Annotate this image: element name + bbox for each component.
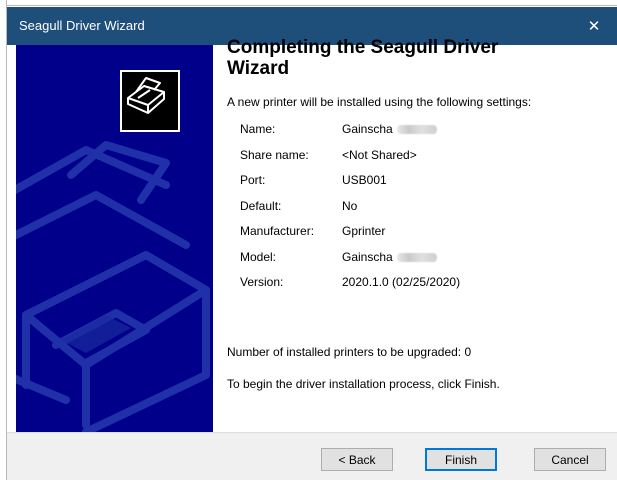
setting-key: Manufacturer: [240, 224, 315, 238]
setting-value: USB001 [342, 173, 387, 187]
wizard-banner [16, 45, 213, 432]
setting-value-text: Gainscha [342, 249, 393, 264]
setting-value: 2020.1.0 (02/25/2020) [342, 275, 460, 289]
redacted-model-blur [396, 252, 437, 262]
setting-value-text: <Not Shared> [342, 147, 417, 162]
finish-instruction-text: To begin the driver installation process… [227, 377, 500, 391]
close-icon: ✕ [587, 18, 601, 35]
intro-text: A new printer will be installed using th… [227, 95, 532, 109]
setting-value: No [342, 199, 357, 213]
redacted-model-blur [396, 125, 437, 135]
page-title: Completing the Seagull Driver Wizard [227, 37, 499, 79]
finish-button[interactable]: Finish [425, 448, 497, 471]
setting-value-text: USB001 [342, 173, 387, 187]
cancel-button[interactable]: Cancel [534, 448, 606, 471]
setting-key: Version: [240, 275, 284, 289]
setting-key: Share name: [240, 147, 309, 162]
setting-value: Gainscha [342, 122, 437, 136]
wizard-content: Completing the Seagull Driver Wizard A n… [227, 37, 612, 391]
setting-key: Default: [240, 198, 282, 213]
screen-edge-left [0, 0, 7, 480]
setting-key: Name: [240, 122, 276, 136]
back-button[interactable]: < Back [321, 448, 393, 471]
setting-value-text: No [342, 198, 358, 213]
screen-edge-top [0, 0, 617, 6]
setting-value: Gprinter [342, 224, 385, 238]
setting-value: Gainscha [342, 250, 437, 264]
wizard-window: Seagull Driver Wizard ✕ Completing the S… [7, 7, 617, 480]
setting-key: Model: [240, 249, 277, 264]
setting-value: <Not Shared> [342, 148, 417, 162]
setting-value-text: 2020.1.0 (02/25/2020) [342, 275, 461, 289]
upgrade-count-text: Number of installed printers to be upgra… [227, 345, 472, 359]
setting-value-text: Gainscha [342, 122, 393, 136]
printer-outline-icon [16, 141, 210, 432]
button-bar: < Back Finish Cancel [7, 432, 617, 480]
printer-logo-icon [120, 70, 180, 132]
window-title: Seagull Driver Wizard [19, 18, 145, 33]
setting-value-text: Gprinter [342, 224, 386, 238]
setting-key: Port: [240, 173, 266, 187]
